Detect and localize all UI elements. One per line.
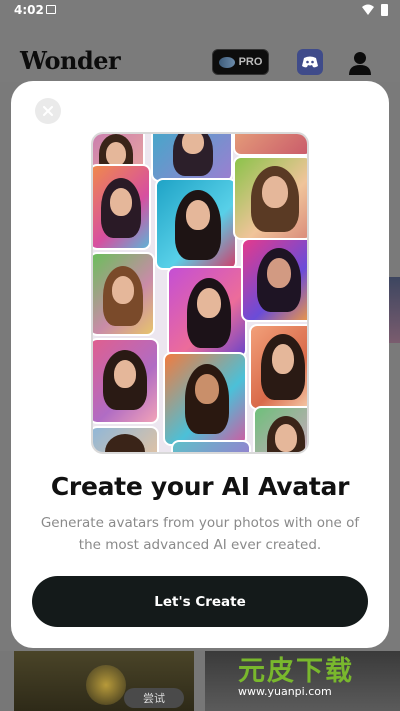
app-header: Wonder PRO (0, 22, 400, 82)
user-icon[interactable] (346, 49, 374, 77)
status-time: 4:02 (14, 3, 44, 17)
wifi-icon (362, 4, 374, 15)
battery-icon (381, 4, 388, 16)
pro-button[interactable]: PRO (212, 49, 269, 75)
discord-button[interactable] (297, 49, 323, 75)
avatar-thumbnail (93, 426, 159, 452)
app-logo: Wonder (20, 46, 121, 75)
avatar-thumbnail (93, 164, 151, 250)
avatar-thumbnail (167, 266, 247, 358)
avatar-thumbnail (93, 252, 155, 336)
avatar-thumbnail (155, 178, 237, 270)
close-button[interactable] (35, 98, 61, 124)
avatar-thumbnail (151, 134, 233, 182)
avatar-thumbnail (93, 338, 159, 424)
modal-title: Create your AI Avatar (50, 472, 350, 501)
try-badge: 尝试 (124, 688, 184, 708)
pro-label: PRO (238, 56, 263, 68)
create-avatar-modal: Create your AI Avatar Generate avatars f… (11, 81, 389, 648)
watermark-text: 元皮下载 (238, 656, 354, 687)
lets-create-button[interactable]: Let's Create (32, 576, 368, 627)
avatar-thumbnail (171, 440, 251, 452)
pro-logo-icon (218, 56, 235, 68)
status-bar: 4:02 (0, 0, 400, 22)
modal-subtitle: Generate avatars from your photos with o… (40, 515, 360, 553)
image-icon (46, 5, 56, 14)
avatar-collage-image (91, 132, 309, 454)
avatar-thumbnail (233, 156, 307, 240)
avatar-thumbnail (253, 406, 307, 452)
background-thumbnail (388, 277, 400, 343)
avatar-thumbnail (241, 238, 307, 322)
watermark-url: www.yuanpi.com (238, 685, 332, 698)
watermark: 元皮下载 www.yuanpi.com (238, 649, 398, 709)
avatar-thumbnail (163, 352, 247, 446)
avatar-thumbnail (249, 324, 307, 410)
close-icon (43, 106, 53, 116)
avatar-thumbnail (233, 134, 307, 156)
discord-icon (302, 56, 318, 68)
